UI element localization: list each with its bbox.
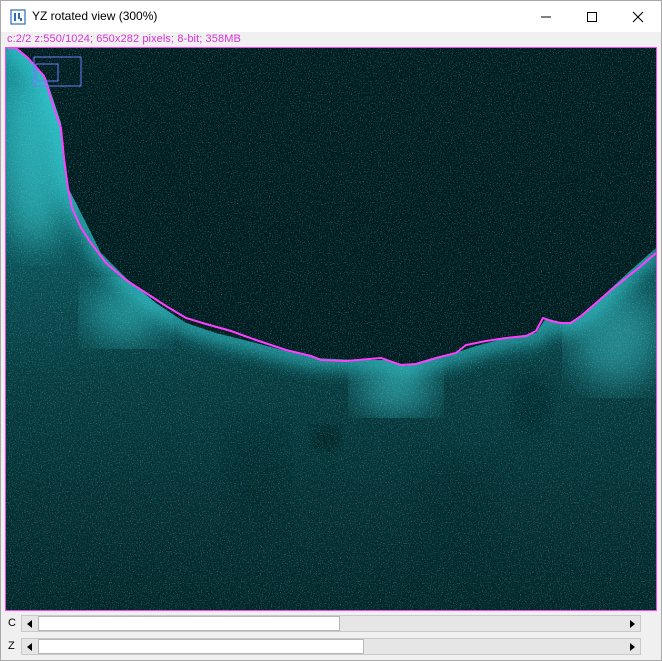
z-scrollbar[interactable] — [21, 638, 641, 655]
channel-scrollbar[interactable] — [21, 615, 641, 632]
minimize-button[interactable] — [523, 1, 569, 32]
arrow-left-icon — [27, 642, 32, 651]
image-canvas[interactable] — [5, 47, 657, 611]
minimize-icon — [541, 16, 551, 17]
z-scroll-thumb[interactable] — [38, 639, 364, 654]
arrow-right-icon — [630, 619, 635, 628]
arrow-left-icon — [27, 619, 32, 628]
z-scroll-right-button[interactable] — [625, 639, 640, 654]
channel-scroll-thumb[interactable] — [38, 616, 340, 631]
z-scroll-left-button[interactable] — [22, 639, 37, 654]
channel-slider-row: C — [1, 614, 661, 634]
title-bar[interactable]: YZ rotated view (300%) — [1, 1, 661, 32]
image-info-text: c:2/2 z:550/1024; 650x282 pixels; 8-bit;… — [7, 33, 241, 45]
close-icon — [632, 11, 644, 22]
imagej-app-icon — [10, 9, 26, 25]
window-title: YZ rotated view (300%) — [32, 9, 158, 23]
close-button[interactable] — [615, 1, 661, 32]
z-slider-row: Z — [1, 637, 661, 657]
maximize-button[interactable] — [569, 1, 615, 32]
channel-scroll-right-button[interactable] — [625, 616, 640, 631]
microscopy-image[interactable] — [6, 48, 656, 610]
z-slider-label: Z — [8, 640, 15, 652]
arrow-right-icon — [630, 642, 635, 651]
maximize-icon — [587, 11, 597, 22]
image-window: YZ rotated view (300%) c:2/2 z:550/1024;… — [0, 0, 662, 661]
channel-scroll-left-button[interactable] — [22, 616, 37, 631]
channel-slider-label: C — [8, 617, 16, 629]
